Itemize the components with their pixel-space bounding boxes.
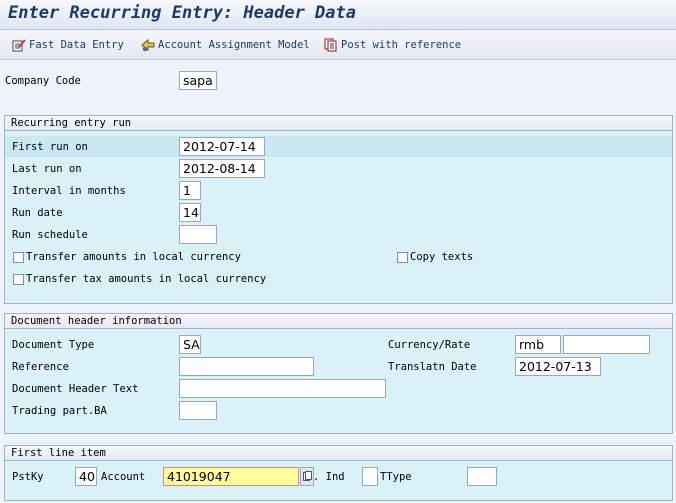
document-header-text-label: Document Header Text bbox=[12, 383, 139, 395]
document-type-field[interactable]: SA bbox=[179, 335, 201, 354]
fast-data-entry-icon bbox=[12, 38, 26, 52]
company-code-field[interactable]: sapa bbox=[179, 71, 217, 90]
account-label: Account bbox=[101, 471, 146, 483]
transfer-amounts-checkbox[interactable] bbox=[13, 252, 24, 263]
trading-part-label: Trading part.BA bbox=[12, 405, 107, 417]
copy-texts-checkbox[interactable] bbox=[397, 252, 408, 263]
translatn-date-field[interactable]: 2012-07-13 bbox=[515, 357, 601, 376]
run-schedule-label: Run schedule bbox=[12, 229, 88, 241]
last-run-label: Last run on bbox=[12, 163, 82, 175]
interval-field[interactable]: 1 bbox=[179, 181, 201, 200]
fast-data-entry-button[interactable]: Fast Data Entry bbox=[12, 37, 124, 53]
copy-texts-label: Copy texts bbox=[410, 251, 474, 263]
run-schedule-field[interactable] bbox=[179, 225, 217, 244]
recurring-entry-run-header: Recurring entry run bbox=[5, 116, 672, 131]
trading-part-field[interactable] bbox=[179, 401, 217, 420]
matchcode-icon bbox=[303, 471, 312, 485]
row-highlight bbox=[5, 136, 672, 157]
translatn-date-label: Translatn Date bbox=[388, 361, 477, 373]
first-line-item-header: First line item bbox=[5, 446, 672, 461]
transfer-tax-checkbox[interactable] bbox=[13, 274, 24, 285]
document-type-label: Document Type bbox=[12, 339, 95, 351]
exchange-rate-field[interactable] bbox=[563, 335, 650, 354]
transfer-tax-label: Transfer tax amounts in local currency bbox=[26, 273, 267, 285]
matchcode-button[interactable] bbox=[300, 467, 314, 486]
reference-label: Reference bbox=[12, 361, 69, 373]
transfer-amounts-label: Transfer amounts in local currency bbox=[26, 251, 241, 263]
currency-rate-label: Currency/Rate bbox=[388, 339, 471, 351]
run-date-label: Run date bbox=[12, 207, 63, 219]
first-run-label: First run on bbox=[12, 141, 88, 153]
pstky-label: PstKy bbox=[12, 471, 44, 483]
currency-field[interactable]: rmb bbox=[515, 335, 561, 354]
reference-field[interactable] bbox=[179, 357, 314, 376]
ttype-label: TType bbox=[380, 471, 412, 483]
last-run-field[interactable]: 2012-08-14 bbox=[179, 159, 265, 178]
document-header-header: Document header information bbox=[5, 314, 672, 329]
account-assignment-model-button[interactable]: Account Assignment Model bbox=[141, 37, 310, 53]
post-with-reference-button[interactable]: Post with reference bbox=[324, 37, 461, 53]
account-field[interactable]: 41019047 bbox=[163, 467, 299, 486]
pstky-field[interactable]: 40 bbox=[75, 467, 97, 486]
first-run-field[interactable]: 2012-07-14 bbox=[179, 137, 265, 156]
ind-field[interactable] bbox=[362, 467, 378, 486]
account-assignment-model-icon bbox=[141, 38, 155, 52]
document-header-text-field[interactable] bbox=[179, 379, 386, 398]
page-title: Enter Recurring Entry: Header Data bbox=[8, 3, 356, 23]
ttype-field[interactable] bbox=[467, 467, 497, 486]
company-code-label: Company Code bbox=[5, 75, 81, 87]
run-date-field[interactable]: 14 bbox=[179, 203, 201, 222]
interval-label: Interval in months bbox=[12, 185, 126, 197]
post-with-reference-icon bbox=[324, 38, 338, 52]
ind-label: . Ind bbox=[313, 471, 345, 483]
